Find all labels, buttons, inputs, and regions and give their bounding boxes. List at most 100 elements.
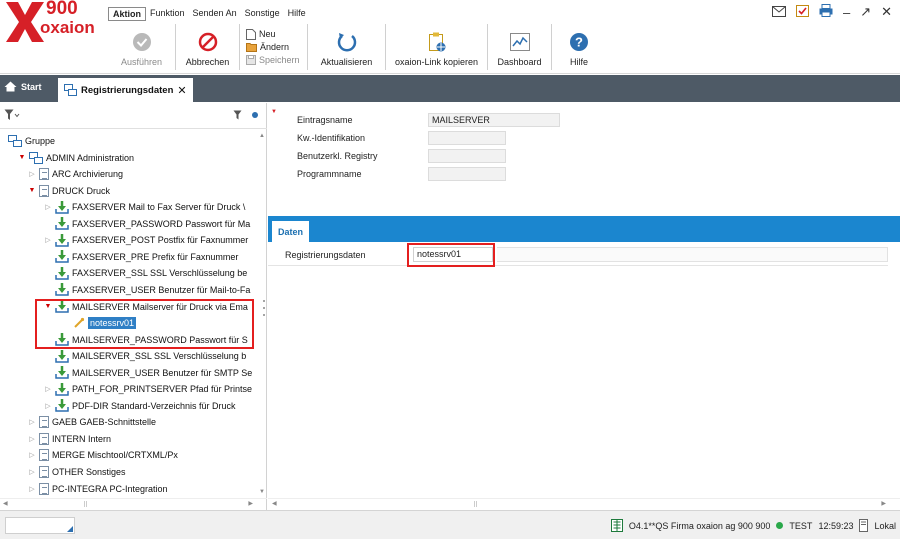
- tab-daten[interactable]: Daten: [272, 221, 310, 242]
- tab-start[interactable]: Start: [4, 81, 42, 92]
- tree-item-druck[interactable]: ▼ DRUCK Druck: [28, 183, 110, 199]
- close-window-icon[interactable]: ✕: [881, 4, 892, 20]
- print-icon[interactable]: [819, 4, 833, 20]
- tree-item-faxserver[interactable]: ▷ FAXSERVER Mail to Fax Server für Druck …: [44, 199, 245, 215]
- tree-item-intern[interactable]: ▷ INTERN Intern: [28, 431, 111, 447]
- mail-icon[interactable]: [771, 5, 786, 20]
- ausfuehren-label: Ausführen: [120, 57, 163, 67]
- kw-field[interactable]: [428, 131, 506, 145]
- download-entry-icon: [55, 233, 69, 247]
- tree-item-label: MERGE Mischtool/CRTXML/Px: [52, 450, 178, 461]
- tree-item-faxserver-post[interactable]: ▷ FAXSERVER_POST Postfix für Faxnummer: [44, 232, 248, 248]
- download-entry-icon: [55, 366, 69, 379]
- tree-item-label: FAXSERVER_PRE Prefix für Faxnummer: [72, 251, 239, 262]
- programm-row: Programmname: [297, 166, 506, 182]
- tree-item-arc[interactable]: ▷ ARC Archivierung: [28, 166, 123, 182]
- menu-sonstige[interactable]: Sonstige: [241, 7, 284, 21]
- tab-close-icon[interactable]: ✕: [177, 84, 186, 97]
- expand-arrow-icon[interactable]: ▷: [28, 468, 36, 476]
- tree-item-label: FAXSERVER_POST Postfix für Faxnummer: [72, 235, 249, 246]
- dashboard-button[interactable]: Dashboard: [488, 24, 552, 70]
- tree-item-merge[interactable]: ▷ MERGE Mischtool/CRTXML/Px: [28, 447, 178, 463]
- filter-dropdown-icon[interactable]: [4, 109, 20, 124]
- eintragsname-label: Eintragsname: [297, 115, 353, 125]
- menu-funktion[interactable]: Funktion: [146, 7, 189, 21]
- expand-arrow-icon[interactable]: ▷: [44, 236, 52, 244]
- aendern-button[interactable]: Ändern: [246, 41, 301, 54]
- expand-arrow-icon[interactable]: ▷: [44, 402, 52, 410]
- command-input[interactable]: [5, 517, 75, 534]
- eintragsname-field[interactable]: MAILSERVER: [428, 113, 560, 127]
- hilfe-button[interactable]: ? Hilfe: [552, 24, 606, 70]
- aktualisieren-button[interactable]: Aktualisieren: [308, 24, 386, 70]
- document-icon: [39, 482, 49, 495]
- collapse-arrow-icon[interactable]: ▼: [18, 154, 26, 161]
- tree-item-admin[interactable]: ▼ ADMIN Administration: [18, 150, 134, 166]
- expand-arrow-icon[interactable]: ▷: [28, 451, 36, 459]
- download-entry-icon: [55, 399, 69, 413]
- help-icon: ?: [570, 33, 588, 51]
- registrierungsdaten-cell: [497, 247, 888, 262]
- expand-arrow-icon[interactable]: ▷: [28, 435, 36, 443]
- download-entry-icon: [55, 349, 69, 363]
- expand-arrow-icon[interactable]: ▷: [28, 418, 36, 426]
- menu-hilfe[interactable]: Hilfe: [284, 7, 310, 21]
- eintragsname-row: Eintragsname MAILSERVER: [297, 112, 560, 128]
- tree-item-gaeb[interactable]: ▷ GAEB GAEB-Schnittstelle: [28, 414, 156, 430]
- tree-item-faxserver-ssl[interactable]: FAXSERVER_SSL SSL Verschlüsselung be: [44, 265, 247, 281]
- tree-item-faxserver-password[interactable]: FAXSERVER_PASSWORD Passwort für Ma: [44, 216, 250, 232]
- tree-item-gruppe[interactable]: Gruppe: [8, 133, 55, 149]
- pane-splitter[interactable]: [262, 300, 266, 316]
- menu-aktion[interactable]: Aktion: [108, 7, 146, 21]
- collapse-marker-icon[interactable]: ▼: [271, 109, 277, 115]
- benutzer-field[interactable]: [428, 149, 506, 163]
- group-icon: [29, 151, 43, 164]
- logo-x-icon: [6, 2, 44, 42]
- tree-item-path-for-printserver[interactable]: ▷ PATH_FOR_PRINTSERVER Pfad für Printse: [44, 381, 252, 397]
- registrierungsdaten-row: Registrierungsdaten notessrv01: [268, 244, 888, 266]
- tree-item-pdf-dir[interactable]: ▷ PDF-DIR Standard-Verzeichnis für Druck: [44, 398, 236, 414]
- filter-icon[interactable]: [233, 110, 242, 123]
- abbrechen-button[interactable]: Abbrechen: [176, 24, 240, 70]
- tree-item-faxserver-user[interactable]: FAXSERVER_USER Benutzer für Mail-to-Fa: [44, 282, 250, 298]
- refresh-icon: [337, 33, 356, 52]
- aktualisieren-label: Aktualisieren: [320, 57, 373, 67]
- expand-arrow-icon[interactable]: ▷: [28, 485, 36, 493]
- expand-arrow-icon[interactable]: ▷: [44, 385, 52, 393]
- status-dot-icon: [252, 112, 258, 118]
- programm-field[interactable]: [428, 167, 506, 181]
- local-server-icon: [859, 519, 869, 532]
- tree-pane-header: [0, 103, 267, 129]
- neu-button[interactable]: Neu: [246, 28, 301, 41]
- highlight-mailserver-box: [35, 299, 254, 349]
- ribbon: 900 oxaion Aktion Funktion Senden An Son…: [0, 0, 900, 74]
- detail-horizontal-scrollbar[interactable]: ◀ ▶: [268, 498, 900, 510]
- tree-item-pc-integra[interactable]: ▷ PC-INTEGRA PC-Integration: [28, 481, 168, 495]
- tree-item-label: MAILSERVER_SSL SSL Verschlüsselung b: [72, 351, 247, 362]
- tree-item-label: OTHER Sonstiges: [52, 467, 126, 477]
- new-doc-icon: [246, 28, 256, 40]
- tree-item-faxserver-pre[interactable]: FAXSERVER_PRE Prefix für Faxnummer: [44, 249, 238, 265]
- minimize-icon[interactable]: –: [843, 5, 850, 20]
- tree-item-other[interactable]: ▷ OTHER Sonstiges: [28, 464, 126, 480]
- collapse-arrow-icon[interactable]: ▼: [28, 187, 36, 194]
- environment-dot-icon: [776, 522, 784, 529]
- tree-horizontal-scrollbar[interactable]: ◀ ▶: [0, 498, 267, 510]
- oxaion-link-button[interactable]: oxaion-Link kopieren: [386, 24, 488, 70]
- download-entry-icon: [55, 283, 69, 297]
- menu-senden-an[interactable]: Senden An: [189, 7, 241, 21]
- dashboard-chart-icon: [509, 33, 530, 51]
- maximize-icon[interactable]: ↗: [860, 4, 871, 20]
- tree-item-mailserver-user[interactable]: MAILSERVER_USER Benutzer für SMTP Se: [44, 365, 252, 381]
- save-icon: [246, 55, 256, 65]
- document-icon: [39, 168, 49, 181]
- ausfuehren-button[interactable]: Ausführen: [108, 24, 176, 70]
- edit-group: Neu Ändern Speichern: [240, 24, 308, 70]
- speichern-button[interactable]: Speichern: [246, 54, 301, 67]
- tree-item-mailserver-ssl[interactable]: MAILSERVER_SSL SSL Verschlüsselung b: [44, 348, 246, 364]
- expand-arrow-icon[interactable]: ▷: [44, 203, 52, 211]
- expand-arrow-icon[interactable]: ▷: [28, 170, 36, 178]
- tab-registrierungsdaten[interactable]: Registrierungsdaten ✕: [58, 78, 193, 102]
- tree-item-label: MAILSERVER_USER Benutzer für SMTP Se: [72, 367, 253, 378]
- task-check-icon[interactable]: [795, 4, 809, 20]
